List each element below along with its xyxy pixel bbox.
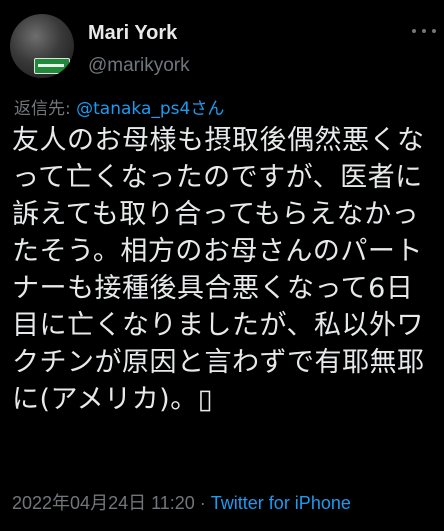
reply-prefix: 返信先: xyxy=(14,99,77,119)
avatar-flag-icon xyxy=(34,58,70,74)
tweet-timestamp[interactable]: 2022年04月24日 11:20 xyxy=(12,493,195,513)
reply-context: 返信先: @tanaka_ps4さん xyxy=(14,94,224,119)
reply-mention-link[interactable]: @tanaka_ps4さん xyxy=(76,99,224,119)
tweet-meta: 2022年04月24日 11:20 · Twitter for iPhone xyxy=(12,489,351,515)
tweet-source-link[interactable]: Twitter for iPhone xyxy=(211,493,351,513)
meta-separator: · xyxy=(194,493,211,513)
more-options-icon[interactable] xyxy=(412,26,436,36)
tweet-header: Mari York @marikyork xyxy=(0,0,444,90)
author-display-name[interactable]: Mari York xyxy=(88,22,177,45)
author-handle[interactable]: @marikyork xyxy=(88,55,190,77)
avatar[interactable] xyxy=(10,14,74,78)
tweet-text: 友人のお母様も摂取後偶然悪くなって亡くなったのですが、医者に訴えても取り合っても… xyxy=(12,125,425,415)
